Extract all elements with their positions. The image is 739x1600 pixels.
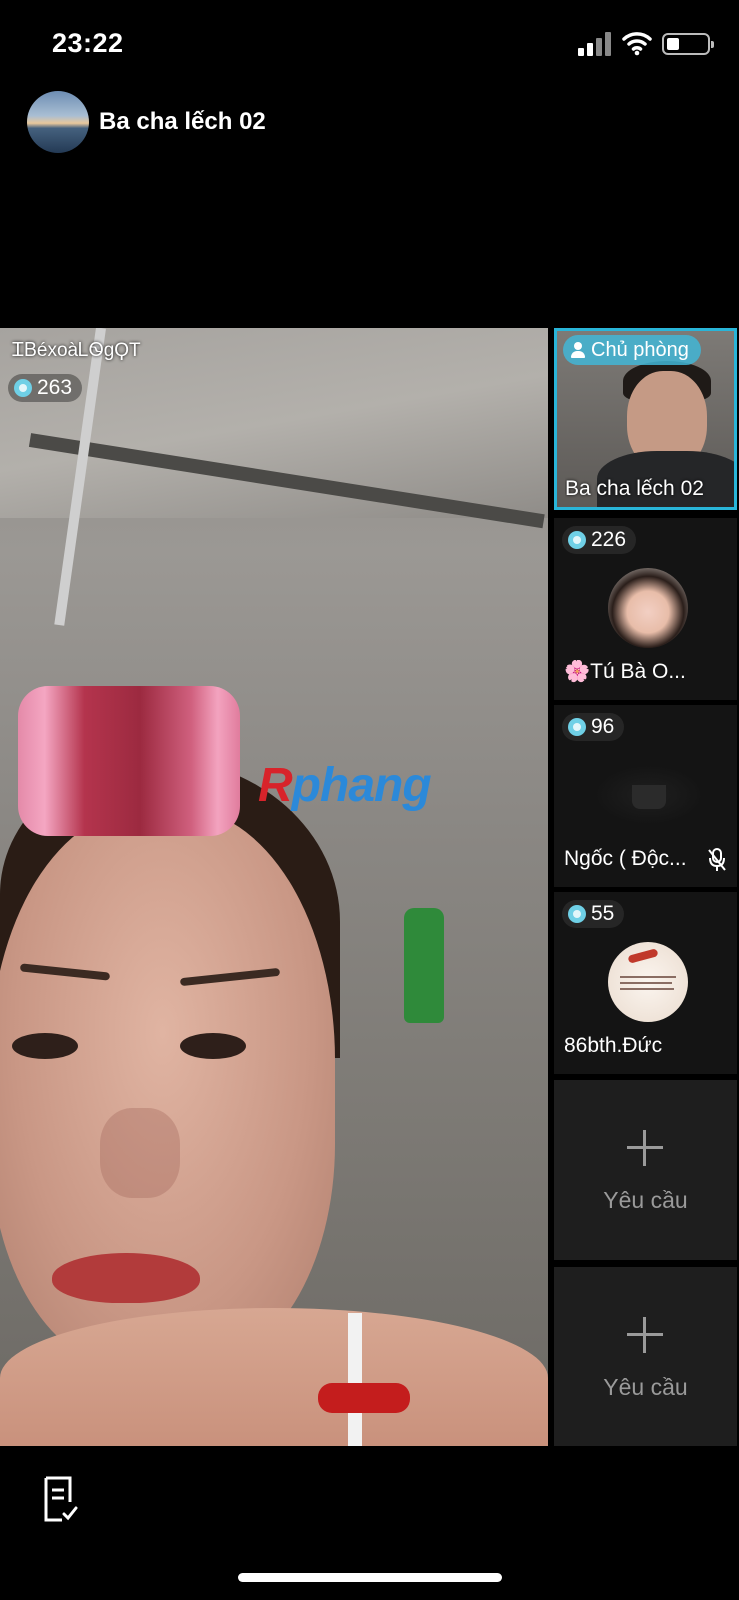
room-avatar[interactable] [27,91,89,153]
coffee-cup-icon [632,785,666,809]
stage-gem-value: 263 [37,376,73,399]
request-seat-2[interactable]: Yêu cầu [554,1267,737,1446]
video-bottle [404,908,444,1023]
gem-icon [568,531,586,549]
battery-icon [662,33,714,55]
video-hair-roller [18,686,240,836]
host-badge: Chủ phòng [563,335,701,365]
seat-avatar[interactable] [608,942,688,1022]
wifi-icon [622,32,652,56]
host-badge-label: Chủ phòng [591,338,689,361]
video-shoulders [0,1308,548,1446]
plus-icon [627,1317,663,1353]
seat-gem-value: 226 [591,528,627,551]
person-icon [571,342,585,358]
gem-icon [568,718,586,736]
stage-gem-count: 263 [8,374,83,402]
note-check-icon[interactable] [42,1476,78,1522]
room-title: Ba cha lếch 02 [99,108,266,135]
video-strap [348,1313,362,1446]
main-stage-video[interactable]: ᏆᏴéxoàᏞᏫ‌ɡϘТ 263 Rphang [0,328,548,1446]
seat-name: 86bth.Đức [564,1034,663,1057]
video-nose [100,1108,180,1198]
host-seat[interactable]: Chủ phòng Ba cha lếch 02 [554,328,737,510]
mic-off-icon [708,848,726,871]
seat-gem-count: 226 [562,526,637,554]
seat-avatar[interactable] [608,568,688,648]
request-label: Yêu cầu [603,1374,688,1400]
home-indicator[interactable] [238,1573,502,1582]
seat-3[interactable]: 55 86bth.Đức [554,892,737,1074]
seat-gem-count: 55 [562,900,625,928]
plus-icon [627,1130,663,1166]
request-seat-1[interactable]: Yêu cầu [554,1080,737,1260]
stage-username[interactable]: ᏆᏴéxoàᏞᏫ‌ɡϘТ [12,340,141,362]
video-eye-right [180,1033,246,1059]
signal-icon [578,32,612,56]
seat-gem-count: 96 [562,713,625,741]
room-header[interactable]: Ba cha lếch 02 [27,90,266,154]
status-time: 23:22 [52,28,124,58]
video-bow [318,1383,410,1413]
watermark-logo: Rphang [258,759,432,812]
seat-gem-value: 96 [591,715,615,738]
seat-1[interactable]: 226 🌸Tú Bà O... [554,518,737,700]
seat-name: 🌸Tú Bà O... [564,660,686,683]
video-lips [52,1253,200,1303]
host-name: Ba cha lếch 02 [565,477,704,500]
seat-2[interactable]: 96 Ngốc ( Độc... [554,705,737,887]
request-label: Yêu cầu [603,1187,688,1213]
video-eye-left [12,1033,78,1059]
seat-name: Ngốc ( Độc... [564,847,687,870]
gem-icon [14,379,32,397]
seat-gem-value: 55 [591,902,615,925]
gem-icon [568,905,586,923]
status-bar: 23:22 [0,0,739,90]
